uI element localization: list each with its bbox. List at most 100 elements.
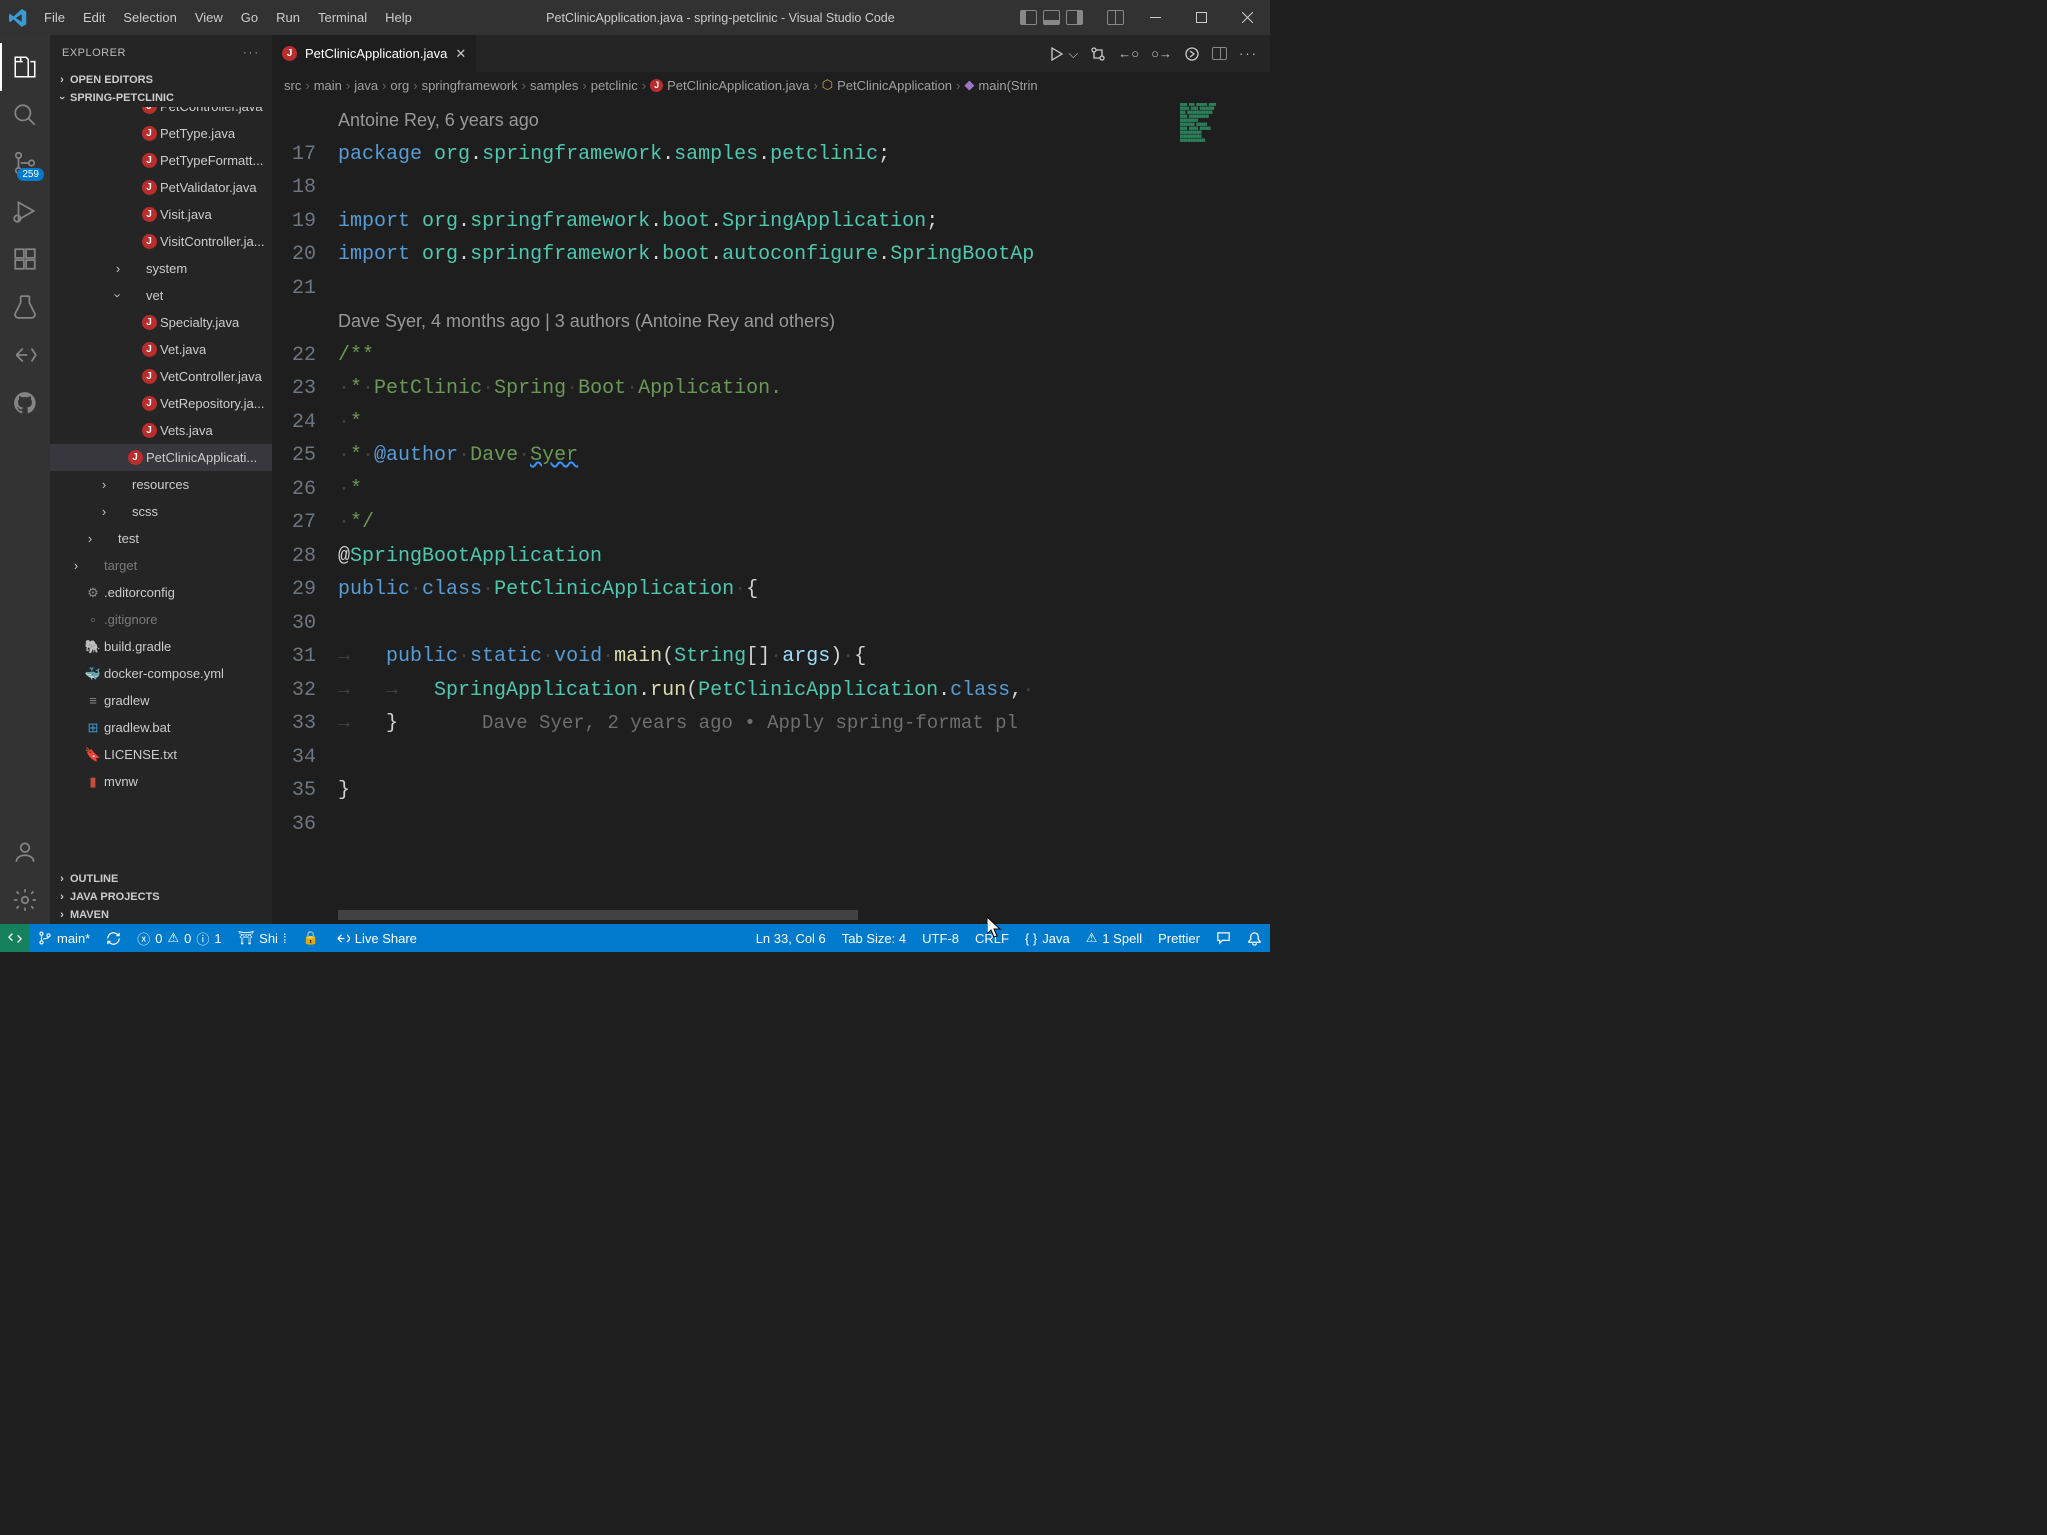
file-item[interactable]: 🔖LICENSE.txt xyxy=(50,741,272,768)
file-tree[interactable]: JPetController.javaJPetType.javaJPetType… xyxy=(50,107,272,870)
file-item[interactable]: JVetController.java xyxy=(50,363,272,390)
file-item[interactable]: ▫.gitignore xyxy=(50,606,272,633)
breadcrumb-item[interactable]: samples xyxy=(530,78,578,93)
file-item[interactable]: JVetRepository.ja... xyxy=(50,390,272,417)
folder-item[interactable]: ›test xyxy=(50,525,272,552)
prev-change-icon[interactable]: ←○ xyxy=(1118,46,1139,61)
folder-item[interactable]: ›vet xyxy=(50,282,272,309)
git-compare-icon[interactable] xyxy=(1090,46,1106,62)
problems-indicator[interactable]: ⓧ0 ⚠0 ⓘ1 xyxy=(129,924,229,952)
file-item[interactable]: ▮mvnw xyxy=(50,768,272,795)
outline-section[interactable]: ›OUTLINE xyxy=(50,870,272,888)
testing-activity-icon[interactable] xyxy=(0,283,50,331)
breadcrumbs[interactable]: src›main›java›org›springframework›sample… xyxy=(272,72,1270,98)
minimize-button[interactable] xyxy=(1132,0,1178,35)
settings-gear-icon[interactable] xyxy=(0,876,50,924)
breadcrumb-item[interactable]: ◆ main(Strin xyxy=(964,77,1037,93)
breadcrumb-item[interactable]: ⬡ PetClinicApplication xyxy=(822,77,952,93)
run-debug-activity-icon[interactable] xyxy=(0,187,50,235)
horizontal-scrollbar[interactable] xyxy=(338,910,858,920)
maximize-button[interactable] xyxy=(1178,0,1224,35)
feedback-icon[interactable] xyxy=(1208,924,1239,952)
breadcrumb-item[interactable]: java xyxy=(354,78,378,93)
java-projects-section[interactable]: ›JAVA PROJECTS xyxy=(50,888,272,906)
notifications-icon[interactable] xyxy=(1239,924,1270,952)
toggle-sidebar-icon[interactable] xyxy=(1020,10,1037,25)
maven-section[interactable]: ›MAVEN xyxy=(50,906,272,924)
file-item[interactable]: JPetValidator.java xyxy=(50,174,272,201)
breadcrumb-item[interactable]: org xyxy=(390,78,409,93)
folder-item[interactable]: ›resources xyxy=(50,471,272,498)
menu-edit[interactable]: Edit xyxy=(74,4,114,31)
breadcrumb-item[interactable]: main xyxy=(314,78,342,93)
file-item[interactable]: ⚙.editorconfig xyxy=(50,579,272,606)
scm-activity-icon[interactable]: 259 xyxy=(0,139,50,187)
file-item[interactable]: JPetController.java xyxy=(50,107,272,120)
sync-button[interactable] xyxy=(98,924,129,952)
branch-indicator[interactable]: main* xyxy=(30,924,98,952)
menu-go[interactable]: Go xyxy=(232,4,267,31)
prettier-indicator[interactable]: Prettier xyxy=(1150,924,1208,952)
close-button[interactable] xyxy=(1224,0,1270,35)
file-item[interactable]: JVets.java xyxy=(50,417,272,444)
folder-item[interactable]: ›system xyxy=(50,255,272,282)
file-item[interactable]: JVisit.java xyxy=(50,201,272,228)
close-tab-icon[interactable]: ✕ xyxy=(455,46,466,62)
ports-indicator[interactable]: 🔒 xyxy=(295,924,327,952)
file-item[interactable]: JPetClinicApplicati... xyxy=(50,444,272,471)
ime-indicator[interactable]: ⛩Shi⁞ xyxy=(230,924,295,952)
file-item[interactable]: 🐳docker-compose.yml xyxy=(50,660,272,687)
menu-selection[interactable]: Selection xyxy=(114,4,185,31)
cursor-position[interactable]: Ln 33, Col 6 xyxy=(748,924,834,952)
breadcrumb-item[interactable]: petclinic xyxy=(591,78,638,93)
project-section[interactable]: ›SPRING-PETCLINIC xyxy=(50,89,272,107)
file-item[interactable]: ≡gradlew xyxy=(50,687,272,714)
tab-size[interactable]: Tab Size: 4 xyxy=(834,924,914,952)
extensions-activity-icon[interactable] xyxy=(0,235,50,283)
open-editors-section[interactable]: ›OPEN EDITORS xyxy=(50,71,272,89)
menu-view[interactable]: View xyxy=(186,4,232,31)
explorer-activity-icon[interactable] xyxy=(0,43,50,91)
menu-help[interactable]: Help xyxy=(376,4,421,31)
github-activity-icon[interactable] xyxy=(0,379,50,427)
remote-indicator[interactable] xyxy=(0,924,30,952)
file-item[interactable]: JVisitController.ja... xyxy=(50,228,272,255)
toggle-panel-icon[interactable] xyxy=(1043,10,1060,25)
tab-petclinicapplication[interactable]: J PetClinicApplication.java ✕ xyxy=(272,35,477,72)
sidebar-more-icon[interactable]: ··· xyxy=(243,47,260,59)
breadcrumb-item[interactable]: springframework xyxy=(422,78,518,93)
file-item[interactable]: JPetType.java xyxy=(50,120,272,147)
language-mode[interactable]: { }Java xyxy=(1017,924,1078,952)
search-activity-icon[interactable] xyxy=(0,91,50,139)
menu-terminal[interactable]: Terminal xyxy=(309,4,376,31)
editor-more-icon[interactable]: ··· xyxy=(1239,46,1258,61)
file-item[interactable]: JPetTypeFormatt... xyxy=(50,147,272,174)
code-content[interactable]: Antoine Rey, 6 years agopackage org.spri… xyxy=(338,98,1175,924)
customize-layout-icon[interactable] xyxy=(1107,10,1124,25)
menu-file[interactable]: File xyxy=(35,4,74,31)
breadcrumb-item[interactable]: J PetClinicApplication.java xyxy=(650,78,809,93)
file-item[interactable]: JSpecialty.java xyxy=(50,309,272,336)
liveshare-activity-icon[interactable] xyxy=(0,331,50,379)
run-dropdown-icon[interactable]: ⌵ xyxy=(1068,46,1078,62)
spell-check[interactable]: ⚠1 Spell xyxy=(1078,924,1150,952)
live-share-button[interactable]: Live Share xyxy=(327,924,425,952)
breadcrumb-item[interactable]: src xyxy=(284,78,301,93)
encoding[interactable]: UTF-8 xyxy=(914,924,967,952)
code-editor[interactable]: 1718192021 22232425262728293031323334353… xyxy=(272,98,1270,924)
file-item[interactable]: JVet.java xyxy=(50,336,272,363)
next-change-icon[interactable]: ○→ xyxy=(1151,46,1172,61)
java-mode-icon[interactable] xyxy=(1184,46,1200,62)
minimap[interactable]: ████ ███ ██████ ████ █████ ████ ████████… xyxy=(1175,98,1270,924)
run-button[interactable] xyxy=(1048,46,1064,62)
accounts-icon[interactable] xyxy=(0,828,50,876)
folder-item[interactable]: ›target xyxy=(50,552,272,579)
toggle-secondary-sidebar-icon[interactable] xyxy=(1066,10,1083,25)
eol[interactable]: CRLF xyxy=(967,924,1017,952)
folder-item[interactable]: ›scss xyxy=(50,498,272,525)
file-item[interactable]: ⊞gradlew.bat xyxy=(50,714,272,741)
file-item[interactable]: 🐘build.gradle xyxy=(50,633,272,660)
split-editor-icon[interactable] xyxy=(1212,47,1227,60)
warning-count: 0 xyxy=(184,931,191,946)
menu-run[interactable]: Run xyxy=(267,4,309,31)
